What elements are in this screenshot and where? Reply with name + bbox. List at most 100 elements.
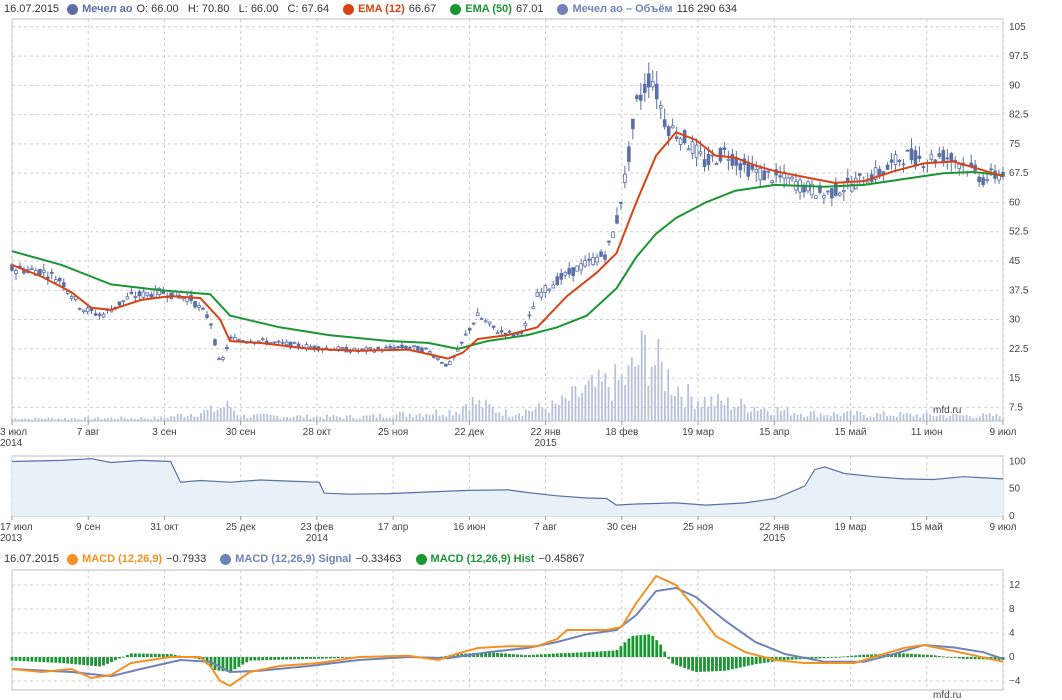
macd-hist-bar <box>94 657 97 667</box>
volume-bar <box>272 415 275 421</box>
macd-hist-bar <box>301 657 304 660</box>
macd-hist-bar <box>854 655 858 657</box>
volume-bar <box>780 410 782 421</box>
macd-hist-bar <box>500 653 503 657</box>
candle-body <box>276 340 281 343</box>
volume-bar <box>730 409 733 421</box>
macd-hist-bar <box>639 635 643 657</box>
candle-body <box>834 182 838 196</box>
volume-bar <box>504 409 507 421</box>
y-tick-label: 105 <box>1009 22 1026 33</box>
macd-hist-bar <box>317 657 320 659</box>
macd-hist-bar <box>782 657 786 661</box>
candle-body <box>766 170 770 173</box>
volume-bar <box>763 408 766 421</box>
volume-bar <box>544 408 547 421</box>
volume-bar <box>17 419 20 421</box>
macd-chart[interactable]: −4 0 4 8 12 mfd.ru <box>0 550 1062 700</box>
navigator-y-label: 50 <box>1009 484 1021 495</box>
macd-hist-bar <box>929 655 933 657</box>
volume-bar <box>756 410 759 421</box>
candle-body <box>706 153 711 165</box>
volume-bar <box>478 400 481 421</box>
macd-hist-bar <box>961 657 965 659</box>
navigator-x-tick-label: 15 май <box>911 522 943 533</box>
macd-hist-bar <box>122 656 125 658</box>
y-tick-label: 52.5 <box>1009 227 1029 238</box>
volume-bar <box>945 417 948 421</box>
volume-bar <box>57 418 60 421</box>
macd-hist-bar <box>906 653 909 657</box>
macd-hist-bar <box>14 657 18 661</box>
volume-bar <box>226 401 229 421</box>
volume-bar <box>445 416 448 421</box>
candle-body <box>97 313 102 316</box>
volume-bar <box>770 415 772 421</box>
volume-bar <box>826 414 829 421</box>
volume-bar <box>276 415 279 421</box>
volume-bar <box>796 414 799 421</box>
candle-body <box>567 268 571 275</box>
candle-body <box>909 148 914 161</box>
volume-bar <box>465 404 467 421</box>
volume-bar <box>518 413 521 421</box>
macd-y-label: 8 <box>1009 604 1015 615</box>
candle-body <box>213 339 217 346</box>
x-axis-tick-label: 25 ноя <box>378 427 408 438</box>
volume-bar <box>683 407 686 421</box>
price-chart[interactable]: 7.5 15 22.5 30 37.5 45 52.5 60 67.5 75 82.5 90 97.5 1… <box>0 0 1062 450</box>
volume-bar <box>647 385 650 421</box>
candle-body <box>786 177 790 186</box>
candle-body <box>670 125 675 129</box>
macd-hist-bar <box>937 655 941 657</box>
volume-bar <box>332 415 335 421</box>
volume-bar <box>839 415 842 421</box>
volume-bar <box>677 386 680 421</box>
candle-body <box>838 192 842 196</box>
candle-body <box>77 307 82 310</box>
candle-body <box>551 284 556 289</box>
volume-bar <box>329 416 332 421</box>
candle-body <box>57 277 62 282</box>
candle-body <box>631 118 635 130</box>
candle-body <box>985 179 989 181</box>
navigator-chart[interactable]: 05010017 июл20139 сен 31 окт 25 дек 23 фев2… <box>0 450 1062 550</box>
volume-bar <box>355 418 358 421</box>
volume-bar <box>640 330 643 421</box>
y-tick-label: 75 <box>1009 139 1021 150</box>
candle-body <box>627 146 631 162</box>
volume-bar <box>624 385 627 421</box>
macd-hist-bar <box>30 657 34 662</box>
candle-body <box>571 267 575 277</box>
candle-body <box>440 362 444 365</box>
candle-body <box>49 271 54 274</box>
volume-bar <box>309 418 312 421</box>
macd-hist-bar <box>10 657 14 661</box>
macd-hist-bar <box>663 651 667 657</box>
candle-body <box>762 170 767 181</box>
volume-bar <box>823 415 825 421</box>
navigator-x-tick-label: 17 апр <box>378 522 409 533</box>
volume-bar <box>319 416 322 421</box>
volume-bar <box>385 418 388 421</box>
candle-body <box>539 291 544 298</box>
macd-hist-bar <box>910 653 913 657</box>
candle-body <box>368 347 372 350</box>
volume-bar <box>120 416 123 421</box>
macd-hist-bar <box>631 635 635 657</box>
volume-bar <box>707 406 709 421</box>
volume-bar <box>604 373 607 421</box>
candle-body <box>889 159 894 163</box>
macd-hist-bar <box>82 657 86 666</box>
volume-bar <box>687 383 690 421</box>
volume-bar <box>296 415 298 421</box>
volume-bar <box>256 414 259 421</box>
volume-bar <box>710 396 713 421</box>
macd-hist-bar <box>269 657 273 660</box>
macd-hist-bar <box>723 657 726 671</box>
candle-body <box>575 265 579 272</box>
candle-body <box>284 341 289 346</box>
candle-body <box>599 251 603 257</box>
candle-body <box>141 291 146 298</box>
candle-body <box>543 285 548 293</box>
